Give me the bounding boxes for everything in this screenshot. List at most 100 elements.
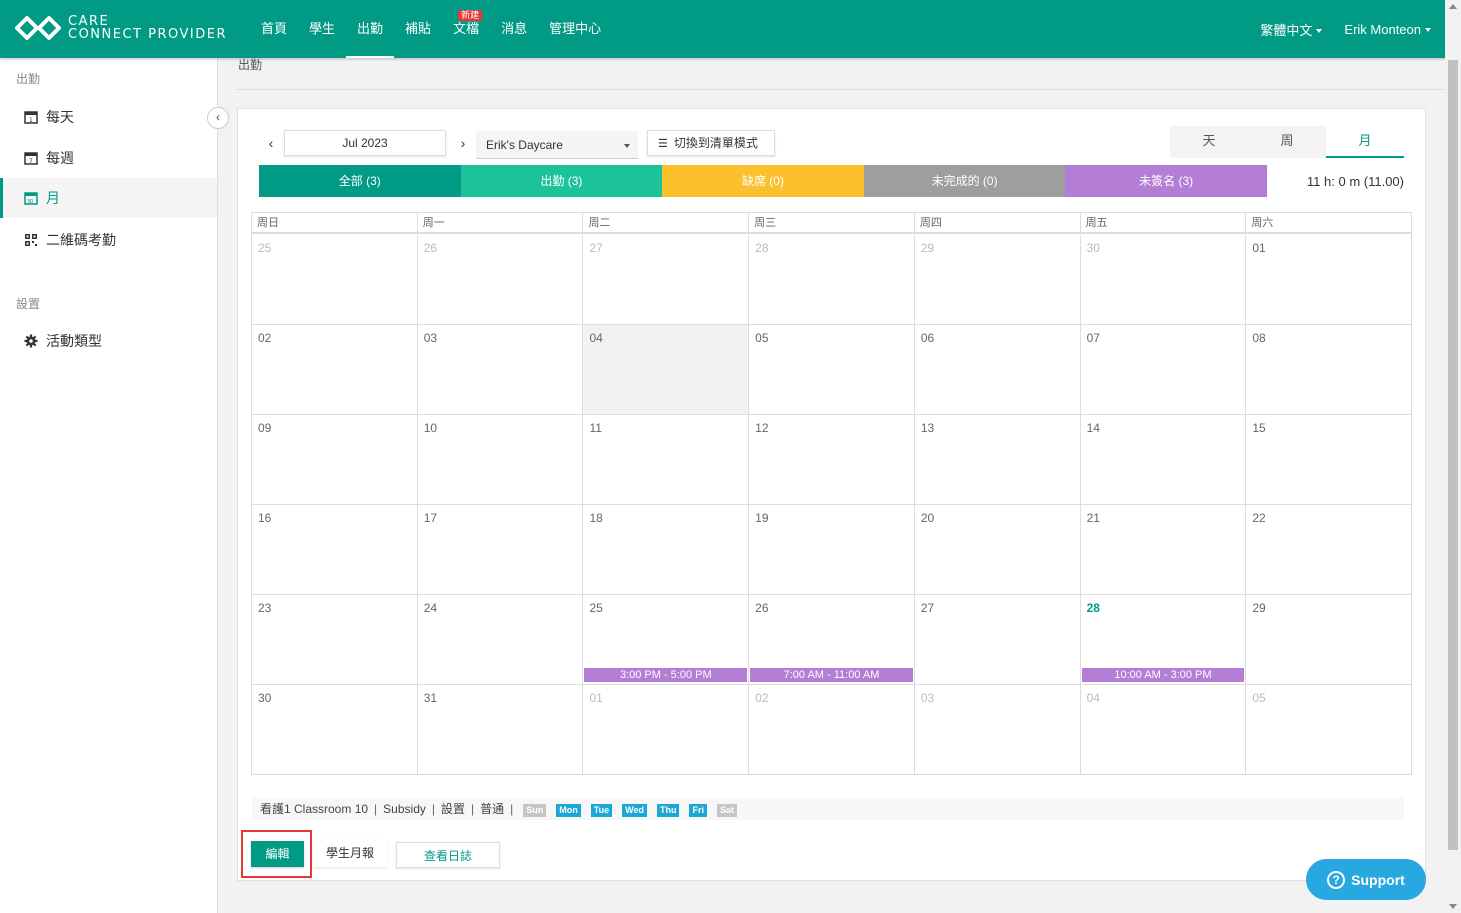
breadcrumb[interactable]: 出勤 bbox=[238, 56, 262, 73]
filter-absent[interactable]: 缺席 (0) bbox=[662, 165, 864, 197]
filter-all[interactable]: 全部 (3) bbox=[259, 165, 461, 197]
calendar-day-cell[interactable]: 01 bbox=[1246, 235, 1411, 324]
next-month-button[interactable]: › bbox=[452, 130, 474, 156]
calendar-day-cell[interactable]: 30 bbox=[1081, 235, 1247, 324]
calendar-day-cell[interactable]: 09 bbox=[252, 415, 418, 504]
calendar-day-cell[interactable]: 26 7:00 AM - 11:00 AM bbox=[749, 595, 915, 684]
calendar-day-cell[interactable]: 22 bbox=[1246, 505, 1411, 594]
filter-unsigned[interactable]: 未簽名 (3) bbox=[1065, 165, 1267, 197]
calendar-day-cell[interactable]: 28 10:00 AM - 3:00 PM bbox=[1081, 595, 1247, 684]
calendar-day-cell[interactable]: 30 bbox=[252, 685, 418, 775]
switch-list-mode-button[interactable]: ☰ 切換到清單模式 bbox=[647, 130, 775, 156]
prev-month-button[interactable]: ‹ bbox=[260, 130, 282, 156]
calendar-day-cell[interactable]: 04 bbox=[1081, 685, 1247, 775]
calendar-day-cell[interactable]: 04 bbox=[583, 325, 750, 414]
calendar-day-cell[interactable]: 19 bbox=[749, 505, 915, 594]
student-monthly-report-button[interactable]: 學生月報 bbox=[313, 840, 387, 867]
nav-messages[interactable]: 消息 bbox=[490, 0, 538, 58]
qr-code-icon bbox=[25, 234, 37, 246]
calendar-day-cell[interactable]: 27 bbox=[583, 235, 750, 324]
attendance-event[interactable]: 10:00 AM - 3:00 PM bbox=[1081, 668, 1245, 682]
day-number: 29 bbox=[1252, 601, 1266, 615]
scroll-thumb[interactable] bbox=[1448, 60, 1458, 850]
sidebar-item-label: 每週 bbox=[46, 150, 74, 166]
switch-list-mode-label: 切換到清單模式 bbox=[673, 136, 758, 150]
calendar-day-cell[interactable]: 05 bbox=[749, 325, 915, 414]
calendar-day-cell[interactable]: 10 bbox=[418, 415, 584, 504]
nav-admin-center[interactable]: 管理中心 bbox=[538, 0, 612, 58]
user-name: Erik Monteon bbox=[1344, 21, 1421, 37]
sidebar-collapse-button[interactable]: ‹ bbox=[207, 107, 229, 129]
calendar-day-cell[interactable]: 23 bbox=[252, 595, 418, 684]
edit-button[interactable]: 編輯 bbox=[251, 841, 304, 867]
calendar-day-cell[interactable]: 02 bbox=[749, 685, 915, 775]
calendar-day-cell[interactable]: 03 bbox=[418, 325, 584, 414]
calendar-day-cell[interactable]: 27 bbox=[915, 595, 1081, 684]
calendar-day-cell[interactable]: 31 bbox=[418, 685, 584, 775]
view-log-button[interactable]: 查看日誌 bbox=[396, 842, 500, 868]
calendar-day-cell[interactable]: 18 bbox=[583, 505, 750, 594]
sidebar-item-monthly[interactable]: 30 月 bbox=[0, 178, 217, 218]
support-button[interactable]: ? Support bbox=[1306, 859, 1426, 900]
attendance-event[interactable]: 7:00 AM - 11:00 AM bbox=[750, 668, 913, 682]
center-select-value: Erik's Daycare bbox=[486, 138, 563, 152]
tab-day[interactable]: 天 bbox=[1170, 126, 1248, 158]
day-number: 18 bbox=[589, 511, 603, 525]
filter-incomplete[interactable]: 未完成的 (0) bbox=[863, 165, 1066, 197]
attendance-event[interactable]: 3:00 PM - 5:00 PM bbox=[584, 668, 748, 682]
scroll-up-arrow-icon[interactable] bbox=[1449, 4, 1457, 9]
weekday-badge: Tue bbox=[590, 804, 613, 817]
calendar-day-cell[interactable]: 16 bbox=[252, 505, 418, 594]
nav-home[interactable]: 首頁 bbox=[250, 0, 298, 58]
nav-subsidy[interactable]: 補貼 bbox=[394, 0, 442, 58]
calendar-day-cell[interactable]: 06 bbox=[915, 325, 1081, 414]
calendar-day-cell[interactable]: 17 bbox=[418, 505, 584, 594]
filter-present[interactable]: 出勤 (3) bbox=[460, 165, 663, 197]
calendar-day-cell[interactable]: 25 3:00 PM - 5:00 PM bbox=[583, 595, 750, 684]
legend-classroom: 看護1 Classroom 10 bbox=[260, 802, 369, 816]
center-select[interactable]: Erik's Daycare bbox=[476, 131, 638, 159]
calendar-day-cell[interactable]: 21 bbox=[1081, 505, 1247, 594]
calendar-day-cell[interactable]: 29 bbox=[1246, 595, 1411, 684]
calendar-day-cell[interactable]: 26 bbox=[418, 235, 584, 324]
calendar-day-cell[interactable]: 01 bbox=[583, 685, 750, 775]
page-scrollbar[interactable] bbox=[1445, 0, 1461, 913]
tab-week[interactable]: 周 bbox=[1248, 126, 1326, 158]
calendar-day-cell[interactable]: 12 bbox=[749, 415, 915, 504]
chevron-right-icon: › bbox=[460, 135, 466, 151]
calendar-day-cell[interactable]: 24 bbox=[418, 595, 584, 684]
nav-attendance[interactable]: 出勤 bbox=[346, 0, 395, 58]
svg-text:1: 1 bbox=[29, 117, 33, 124]
calendar-day-cell[interactable]: 20 bbox=[915, 505, 1081, 594]
calendar-day-cell[interactable]: 25 bbox=[252, 235, 418, 324]
calendar-day-cell[interactable]: 08 bbox=[1246, 325, 1411, 414]
chevron-left-icon: ‹ bbox=[268, 135, 274, 151]
language-dropdown[interactable]: 繁體中文 bbox=[1260, 20, 1323, 39]
tab-month[interactable]: 月 bbox=[1326, 126, 1404, 158]
calendar-day-cell[interactable]: 29 bbox=[915, 235, 1081, 324]
sidebar-item-daily[interactable]: 1 每天 bbox=[0, 97, 217, 137]
sidebar-item-weekly[interactable]: 7 每週 bbox=[0, 138, 217, 178]
sidebar-item-activity-types[interactable]: 活動類型 bbox=[0, 321, 217, 361]
calendar-day-cell[interactable]: 05 bbox=[1246, 685, 1411, 775]
nav-students[interactable]: 學生 bbox=[298, 0, 346, 58]
brand-logo[interactable]: CARE CONNECT PROVIDER bbox=[14, 14, 227, 42]
nav-students-label: 學生 bbox=[309, 21, 336, 36]
calendar-day-cell[interactable]: 07 bbox=[1081, 325, 1247, 414]
nav-documents[interactable]: 新建 文檔 bbox=[442, 0, 490, 58]
calendar-day-cell[interactable]: 15 bbox=[1246, 415, 1411, 504]
calendar-day-cell[interactable]: 13 bbox=[915, 415, 1081, 504]
sidebar-item-qr-attendance[interactable]: 二維碼考勤 bbox=[0, 220, 217, 260]
main-nav: 首頁 學生 出勤 補貼 新建 文檔 消息 管理中心 bbox=[250, 0, 612, 58]
calendar-day-cell[interactable]: 28 bbox=[749, 235, 915, 324]
user-dropdown[interactable]: Erik Monteon bbox=[1344, 22, 1431, 37]
calendar-day-cell[interactable]: 03 bbox=[915, 685, 1081, 775]
calendar-week-row: 30 31 01 02 03 04 05 bbox=[252, 685, 1411, 775]
calendar-day-cell[interactable]: 02 bbox=[252, 325, 418, 414]
calendar-day-cell[interactable]: 11 bbox=[583, 415, 750, 504]
chevron-left-icon: ‹ bbox=[216, 110, 220, 124]
care-connect-logo-icon bbox=[15, 16, 61, 40]
scroll-down-arrow-icon[interactable] bbox=[1449, 904, 1457, 909]
calendar-day-cell[interactable]: 14 bbox=[1081, 415, 1247, 504]
month-display[interactable]: Jul 2023 bbox=[284, 130, 446, 156]
